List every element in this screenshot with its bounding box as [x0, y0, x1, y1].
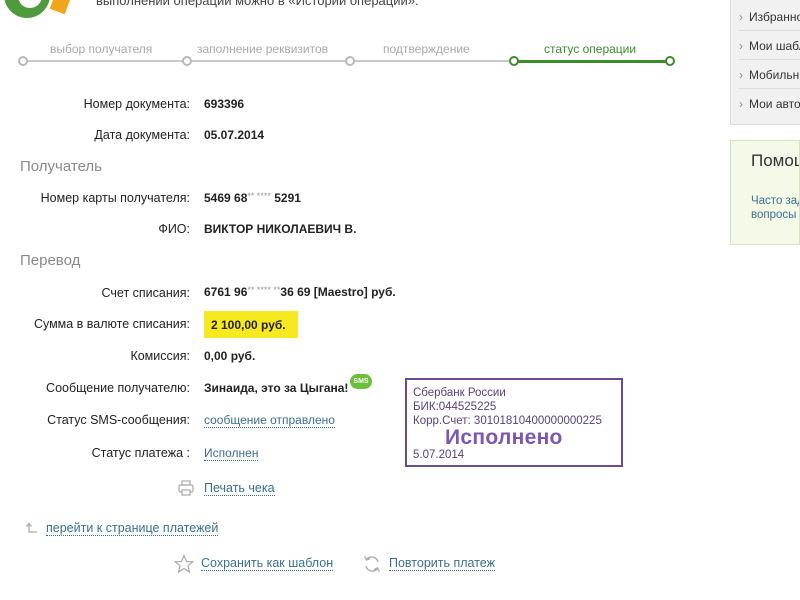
- repeat-icon[interactable]: [362, 554, 382, 574]
- full-name-label: ФИО:: [158, 222, 190, 236]
- card-number-label: Номер карты получателя:: [40, 191, 190, 205]
- transfer-section-title: Перевод: [20, 252, 81, 269]
- sms-icon: SMS: [350, 374, 372, 389]
- step-dot: [345, 56, 355, 66]
- payment-status-label: Статус платежа :: [91, 446, 190, 460]
- stamp-bik: БИК:044525225: [413, 401, 497, 413]
- sberbank-logo-icon: [0, 0, 72, 22]
- progress-steps: выбор получателя заполнение реквизитов п…: [18, 40, 675, 70]
- stamp-bank-name: Сбербанк России: [413, 387, 506, 399]
- help-title: Помощь: [751, 151, 799, 170]
- sidebar-menu: Избранное Мои шаблоны Мобильный банк Мои…: [730, 0, 800, 125]
- sidebar-item-mobile-bank[interactable]: Мобильный банк: [739, 60, 800, 89]
- sidebar-item-favorites[interactable]: Избранное: [739, 2, 800, 31]
- sidebar-item-autopayments[interactable]: Мои автоплатежи: [739, 89, 800, 118]
- document-number-label: Номер документа:: [83, 97, 190, 111]
- bank-stamp: Сбербанк России БИК:044525225 Корр.Счет:…: [405, 378, 623, 467]
- history-notice: выполнении операции можно в «Истории опе…: [96, 0, 419, 8]
- stamp-status: Исполнено: [445, 426, 563, 449]
- printer-icon[interactable]: [178, 480, 194, 496]
- sidebar-item-templates[interactable]: Мои шаблоны: [739, 31, 800, 60]
- back-to-payments-link[interactable]: перейти к странице платежей: [46, 521, 219, 536]
- step-dot-active: [509, 56, 519, 66]
- help-faq-link-cont[interactable]: вопросы: [751, 209, 796, 221]
- fee-label: Комиссия:: [130, 349, 190, 363]
- save-template-link[interactable]: Сохранить как шаблон: [201, 556, 334, 571]
- document-number-value: 693396: [204, 97, 245, 111]
- debit-account-value: 6761 96** **** **36 69 [Maestro] руб.: [204, 285, 396, 299]
- card-number-value: 5469 68** **** 5291: [204, 191, 301, 205]
- step-dot: [18, 56, 28, 66]
- sms-status-link[interactable]: сообщение отправлено: [204, 413, 335, 428]
- step-dot: [182, 56, 192, 66]
- amount-label: Сумма в валюте списания:: [33, 317, 190, 331]
- help-faq-link[interactable]: Часто задаваемые: [751, 195, 799, 207]
- star-icon[interactable]: [174, 554, 194, 574]
- document-date-label: Дата документа:: [94, 128, 190, 142]
- back-arrow-icon[interactable]: [26, 521, 40, 535]
- fee-value: 0,00 руб.: [204, 349, 256, 363]
- message-value: Зинаида, это за Цыгана!: [204, 381, 349, 395]
- help-box: Помощь Часто задаваемые вопросы: [730, 140, 800, 245]
- sms-status-label: Статус SMS-сообщения:: [47, 413, 190, 427]
- step-dot-end: [665, 56, 675, 66]
- print-receipt-link[interactable]: Печать чека: [204, 481, 275, 496]
- step-select-recipient: выбор получателя: [50, 42, 153, 56]
- step-fill-details: заполнение реквизитов: [197, 42, 329, 56]
- step-confirm: подтверждение: [383, 42, 470, 56]
- stamp-date: 5.07.2014: [413, 449, 465, 461]
- amount-value: 2 100,00 руб.: [204, 311, 298, 338]
- repeat-payment-link[interactable]: Повторить платеж: [389, 556, 495, 571]
- document-date-value: 05.07.2014: [204, 128, 265, 142]
- step-operation-status: статус операции: [544, 42, 637, 56]
- payment-status-link[interactable]: Исполнен: [204, 446, 259, 461]
- recipient-section-title: Получатель: [20, 158, 102, 175]
- message-label: Сообщение получателю:: [46, 381, 190, 395]
- debit-account-label: Счет списания:: [101, 286, 190, 300]
- full-name-value: ВИКТОР НИКОЛАЕВИЧ В.: [204, 222, 357, 236]
